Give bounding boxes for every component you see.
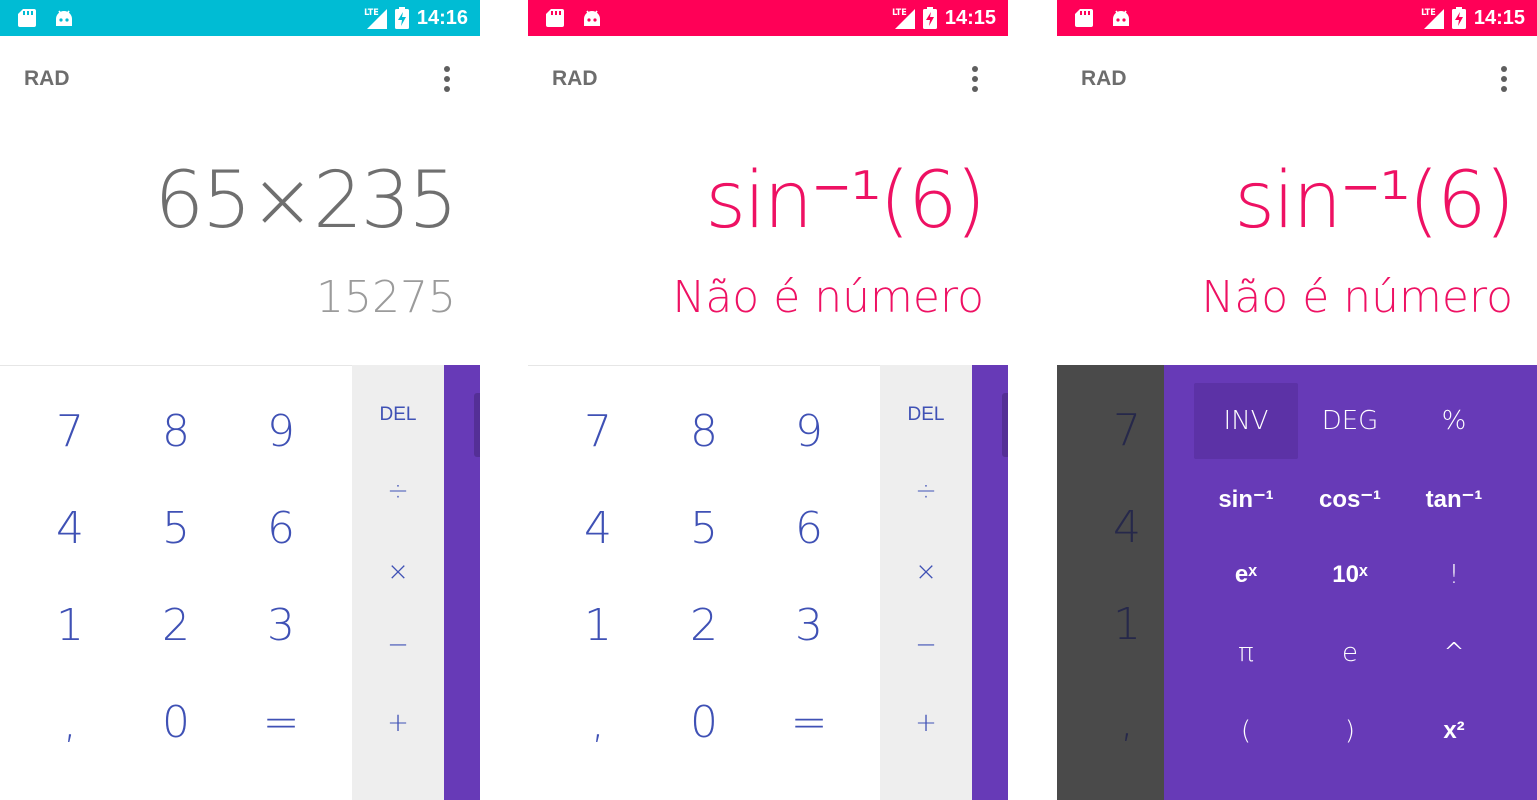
percent-button[interactable]: % — [1402, 383, 1506, 459]
digit-6-button[interactable]: 6 — [228, 483, 334, 573]
left-paren-button[interactable]: ( — [1194, 693, 1298, 769]
digit-2-button[interactable]: 2 — [123, 580, 229, 670]
digit-7-button[interactable]: 7 — [17, 386, 123, 476]
formula-display: 65×235 — [154, 156, 458, 246]
result-display: Não é número — [1201, 272, 1513, 323]
arctan-button[interactable]: tan⁻¹ — [1402, 461, 1506, 537]
network-type: LTE — [892, 8, 907, 18]
subtract-button[interactable]: − — [352, 610, 444, 680]
equals-button[interactable]: = — [756, 677, 862, 767]
formula-display: sin⁻¹(6) — [705, 156, 986, 246]
digit-5-button[interactable]: 5 — [123, 483, 229, 573]
exp-button[interactable]: eˣ — [1194, 537, 1298, 613]
decimal-separator-button[interactable]: , — [545, 677, 651, 767]
android-icon — [584, 10, 600, 26]
digit-1-button[interactable]: 1 — [545, 580, 651, 670]
pi-button[interactable]: π — [1194, 615, 1298, 691]
degree-mode-button[interactable]: DEG — [1298, 383, 1402, 459]
digit-5-button[interactable]: 5 — [651, 483, 757, 573]
arccos-button[interactable]: cos⁻¹ — [1298, 461, 1402, 537]
overflow-menu-icon[interactable] — [1495, 63, 1513, 95]
power-button[interactable]: ^ — [1402, 615, 1506, 691]
square-button[interactable]: x² — [1402, 693, 1506, 769]
sd-card-icon — [18, 9, 36, 27]
result-display: Não é número — [672, 272, 984, 323]
pow10-button[interactable]: 10ˣ — [1298, 537, 1402, 613]
divide-button[interactable]: ÷ — [880, 456, 972, 526]
overflow-menu-icon[interactable] — [438, 63, 456, 95]
status-bar: LTE 14:15 — [1057, 0, 1537, 36]
clock: 14:16 — [416, 6, 468, 29]
digit-2-button[interactable]: 2 — [651, 580, 757, 670]
clock: 14:15 — [944, 6, 996, 29]
digit-3-button[interactable]: 3 — [756, 580, 862, 670]
sd-card-icon — [546, 9, 564, 27]
operator-pad: DEL ÷ × − + — [880, 365, 972, 800]
arcsin-button[interactable]: sin⁻¹ — [1194, 461, 1298, 537]
numeric-pad: 7 8 9 4 5 6 1 2 3 , 0 = — [0, 365, 352, 800]
clock: 14:15 — [1473, 6, 1525, 29]
advanced-pad-handle[interactable] — [444, 365, 480, 800]
android-icon — [56, 10, 72, 26]
battery-charging-icon — [1451, 7, 1466, 29]
android-icon — [1113, 10, 1129, 26]
digit-0-button[interactable]: 0 — [123, 677, 229, 767]
equals-button[interactable]: = — [228, 677, 334, 767]
status-bar: LTE 14:15 — [528, 0, 1008, 36]
digit-8-button[interactable]: 8 — [651, 386, 757, 476]
digit-6-button[interactable]: 6 — [756, 483, 862, 573]
network-type: LTE — [1421, 8, 1436, 18]
advanced-pad: INV DEG % sin⁻¹ cos⁻¹ tan⁻¹ eˣ 10ˣ ! π e… — [1164, 365, 1537, 800]
sd-card-icon — [1075, 9, 1093, 27]
decimal-separator-button[interactable]: , — [17, 677, 123, 767]
numeric-pad: 7 8 9 4 5 6 1 2 3 , 0 = — [528, 365, 880, 800]
overflow-menu-icon[interactable] — [966, 63, 984, 95]
factorial-button[interactable]: ! — [1402, 537, 1506, 613]
add-button[interactable]: + — [352, 688, 444, 758]
calculator-screen-1: LTE 14:16 RAD 65×235 15275 7 8 9 4 5 6 1… — [0, 0, 480, 800]
battery-charging-icon — [922, 7, 937, 29]
calculator-screen-3: LTE 14:15 RAD sin⁻¹(6) Não é número 7 4 … — [1057, 0, 1537, 800]
digit-4-button[interactable]: 4 — [17, 483, 123, 573]
multiply-button[interactable]: × — [880, 537, 972, 607]
subtract-button[interactable]: − — [880, 610, 972, 680]
digit-3-button[interactable]: 3 — [228, 580, 334, 670]
result-display: 15275 — [316, 272, 456, 323]
right-paren-button[interactable]: ) — [1298, 693, 1402, 769]
network-type: LTE — [364, 8, 379, 18]
calculator-screen-2: LTE 14:15 RAD sin⁻¹(6) Não é número 7 8 … — [528, 0, 1008, 800]
digit-8-button[interactable]: 8 — [123, 386, 229, 476]
delete-button[interactable]: DEL — [880, 380, 972, 450]
status-bar: LTE 14:16 — [0, 0, 480, 36]
divide-button[interactable]: ÷ — [352, 456, 444, 526]
add-button[interactable]: + — [880, 688, 972, 758]
angle-mode-label[interactable]: RAD — [552, 67, 598, 91]
digit-1-button[interactable]: 1 — [17, 580, 123, 670]
multiply-button[interactable]: × — [352, 537, 444, 607]
digit-4-button[interactable]: 4 — [545, 483, 651, 573]
angle-mode-label[interactable]: RAD — [24, 67, 70, 91]
euler-button[interactable]: e — [1298, 615, 1402, 691]
digit-9-button[interactable]: 9 — [228, 386, 334, 476]
formula-display: sin⁻¹(6) — [1234, 156, 1515, 246]
digit-9-button[interactable]: 9 — [756, 386, 862, 476]
delete-button[interactable]: DEL — [352, 380, 444, 450]
angle-mode-label[interactable]: RAD — [1081, 67, 1127, 91]
digit-0-button[interactable]: 0 — [651, 677, 757, 767]
inverse-button[interactable]: INV — [1194, 383, 1298, 459]
advanced-pad-handle[interactable] — [972, 365, 1008, 800]
digit-7-button[interactable]: 7 — [545, 386, 651, 476]
operator-pad: DEL ÷ × − + — [352, 365, 444, 800]
battery-charging-icon — [394, 7, 409, 29]
